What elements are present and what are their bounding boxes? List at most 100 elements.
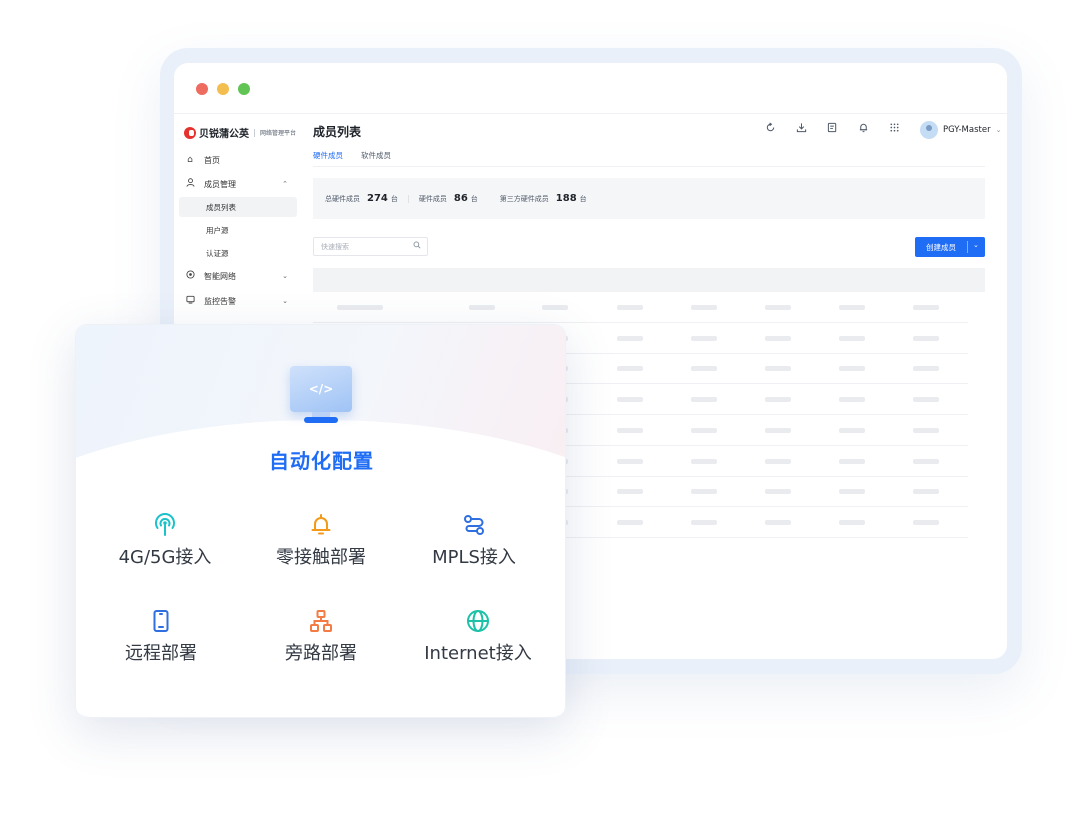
window-controls xyxy=(196,83,250,95)
sidebar-item-label: 认证源 xyxy=(206,248,229,258)
antenna-icon xyxy=(155,513,175,536)
close-window-dot[interactable] xyxy=(196,83,208,95)
skeleton-cell xyxy=(839,427,865,433)
header-toolbar: PGY-Master ⌄ xyxy=(762,121,1001,139)
skeleton-cell xyxy=(839,305,865,310)
skeleton-cell xyxy=(617,366,643,372)
skeleton-cell xyxy=(691,335,717,341)
feature-label: MPLS接入 xyxy=(432,547,516,568)
create-member-button[interactable]: 创建成员 ⌄ xyxy=(915,237,985,257)
chevron-down-icon[interactable]: ⌄ xyxy=(996,126,1002,134)
skeleton-cell xyxy=(839,458,865,464)
stat-total-unit: 台 xyxy=(390,194,398,203)
refresh-icon[interactable] xyxy=(762,122,778,138)
chevron-down-icon[interactable]: ⌄ xyxy=(973,241,979,249)
button-divider xyxy=(967,241,968,253)
user-icon xyxy=(184,178,196,190)
sidebar-item-label: 监控告警 xyxy=(204,296,236,306)
feature-4g5g-access: 4G/5G接入 xyxy=(90,513,240,569)
avatar[interactable] xyxy=(920,121,938,139)
skeleton-cell xyxy=(913,458,939,464)
download-icon[interactable] xyxy=(793,122,809,138)
skeleton-cell xyxy=(839,397,865,403)
feature-label: Internet接入 xyxy=(424,643,532,664)
stat-hardware-value: 86 xyxy=(453,193,468,204)
skeleton-cell xyxy=(765,366,791,372)
search-icon[interactable] xyxy=(413,241,421,251)
skeleton-cell xyxy=(765,397,791,403)
skeleton-cell xyxy=(337,305,383,310)
skeleton-cell xyxy=(839,335,865,341)
skeleton-cell xyxy=(617,397,643,403)
skeleton-cell xyxy=(765,489,791,495)
skeleton-cell xyxy=(765,519,791,525)
sidebar-item-smart-network[interactable]: 智能网络 ⌄ xyxy=(184,267,296,285)
sidebar-item-member-list[interactable]: 成员列表 xyxy=(179,197,297,217)
brand-logo: 贝锐蒲公英 网络管理平台 xyxy=(184,125,296,140)
page-title: 成员列表 xyxy=(313,125,362,139)
sidebar-item-label: 成员列表 xyxy=(206,202,236,212)
skeleton-cell xyxy=(913,519,939,525)
skeleton-cell xyxy=(913,489,939,495)
sidebar-item-user-source[interactable]: 用户源 xyxy=(179,220,297,240)
tab-software-members[interactable]: 软件成员 xyxy=(361,150,391,167)
stat-divider xyxy=(407,194,409,203)
sidebar-item-label: 成员管理 xyxy=(204,179,236,189)
skeleton-cell xyxy=(617,427,643,433)
brand-name: 贝锐蒲公英 xyxy=(199,129,249,140)
feature-label: 远程部署 xyxy=(125,643,197,664)
user-name[interactable]: PGY-Master xyxy=(943,125,991,135)
feature-label: 4G/5G接入 xyxy=(118,547,212,568)
tab-hardware-members[interactable]: 硬件成员 xyxy=(313,150,343,167)
phone-icon xyxy=(153,610,169,632)
code-monitor-icon: </> xyxy=(290,366,352,423)
skeleton-cell xyxy=(617,335,643,341)
tabs-divider xyxy=(313,166,985,167)
skeleton-cell xyxy=(691,397,717,403)
feature-label: 零接触部署 xyxy=(276,547,366,568)
skeleton-cell xyxy=(691,458,717,464)
apps-grid-icon[interactable] xyxy=(886,122,902,138)
stat-third-party-unit: 台 xyxy=(579,194,587,203)
topology-icon xyxy=(310,610,332,632)
skeleton-cell xyxy=(913,366,939,372)
stat-hardware-label: 硬件成员 xyxy=(418,194,447,203)
minimize-window-dot[interactable] xyxy=(217,83,229,95)
title-bar-divider xyxy=(174,113,1007,114)
maximize-window-dot[interactable] xyxy=(238,83,250,95)
table-header xyxy=(313,268,985,292)
brand-logo-icon xyxy=(184,126,196,139)
create-member-label: 创建成员 xyxy=(926,242,956,252)
skeleton-cell xyxy=(691,305,717,310)
sidebar-item-home[interactable]: ⌂ 首页 xyxy=(184,151,296,169)
monitor-icon xyxy=(184,295,196,307)
sidebar-item-monitoring-alerts[interactable]: 监控告警 ⌄ xyxy=(184,292,296,310)
chevron-up-icon: ⌃ xyxy=(282,180,288,188)
stat-third-party-label: 第三方硬件成员 xyxy=(499,194,549,203)
feature-internet-access: Internet接入 xyxy=(403,609,553,665)
sidebar-item-auth-source[interactable]: 认证源 xyxy=(179,243,297,263)
skeleton-cell xyxy=(913,335,939,341)
search-input[interactable]: 快速搜索 xyxy=(313,237,428,256)
skeleton-cell xyxy=(839,519,865,525)
edit-icon[interactable] xyxy=(824,122,840,138)
feature-zero-touch-deploy: 零接触部署 xyxy=(246,513,396,569)
sidebar-item-label: 用户源 xyxy=(206,225,229,235)
skeleton-cell xyxy=(913,305,939,310)
route-icon xyxy=(464,515,484,535)
stat-total-value: 274 xyxy=(367,193,388,204)
skeleton-cell xyxy=(913,397,939,403)
sidebar-item-member-management[interactable]: 成员管理 ⌃ xyxy=(184,175,296,193)
home-icon: ⌂ xyxy=(187,155,193,165)
stat-third-party-value: 188 xyxy=(555,193,577,204)
skeleton-cell xyxy=(913,427,939,433)
search-placeholder: 快速搜索 xyxy=(321,242,349,251)
skeleton-cell xyxy=(765,427,791,433)
skeleton-cell xyxy=(617,519,643,525)
globe-icon xyxy=(467,610,489,632)
skeleton-cell xyxy=(765,335,791,341)
stat-total-label: 总硬件成员 xyxy=(325,194,360,203)
skeleton-cell xyxy=(691,519,717,525)
chevron-down-icon: ⌄ xyxy=(282,272,288,280)
bell-icon[interactable] xyxy=(855,122,871,138)
